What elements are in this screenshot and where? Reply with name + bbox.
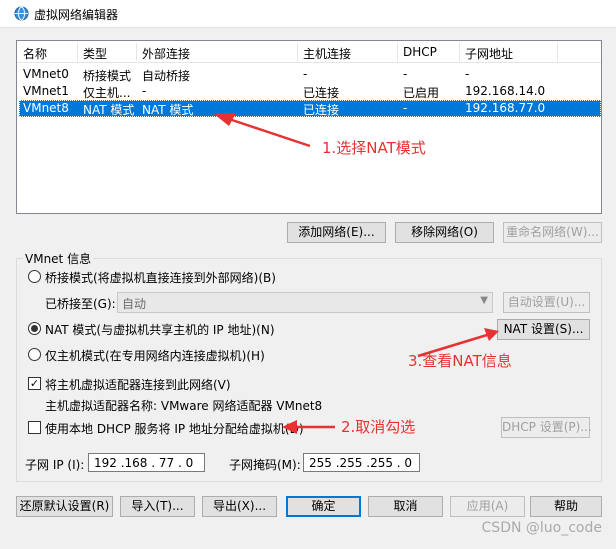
annotation-view-nat-info: 3.查看NAT信息 bbox=[408, 352, 512, 370]
arrow-nat-mode bbox=[225, 116, 311, 148]
virtual-network-editor-dialog: 虚拟网络编辑器 名称 类型 外部连接 主机连接 DHCP 子网地址 VMnet0… bbox=[0, 0, 616, 549]
annotation-uncheck: 2.取消勾选 bbox=[341, 418, 416, 436]
arrowhead-dhcp bbox=[282, 420, 297, 434]
annotation-select-nat: 1.选择NAT模式 bbox=[322, 139, 426, 157]
annotation-arrows bbox=[214, 113, 499, 434]
watermark: CSDN @luo_code bbox=[481, 520, 602, 536]
